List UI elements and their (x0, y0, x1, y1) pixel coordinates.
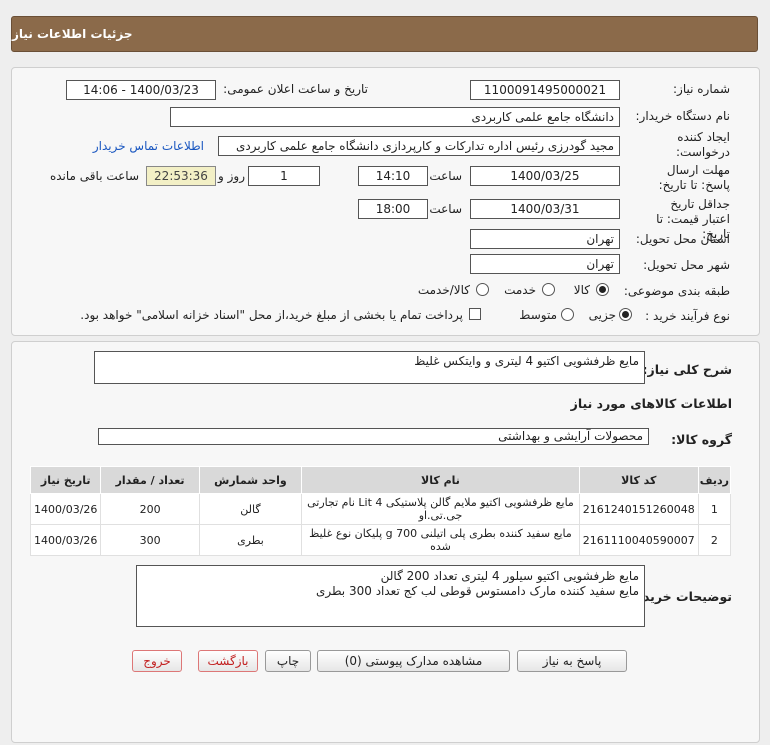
category-option-goods-service: کالا/خدمت (417, 283, 470, 297)
category-radio-goods-service[interactable] (476, 283, 489, 296)
exit-button[interactable]: خروج (132, 650, 182, 672)
back-button[interactable]: بازگشت (198, 650, 258, 672)
table-header-row: ردیف کد کالا نام کالا واحد شمارش تعداد /… (29, 466, 732, 494)
page-header: جزئیات اطلاعات نیاز (11, 16, 758, 52)
creator-field: مجید گودرزی رئیس اداره تدارکات و کارپردا… (218, 136, 620, 156)
page-title: جزئیات اطلاعات نیاز (12, 27, 133, 41)
col-date: تاریخ نیاز (29, 466, 102, 494)
cell-code: 2161110040590007 (578, 524, 699, 556)
cell-date: 1400/03/26 (29, 524, 102, 556)
purchase-radio-minor[interactable] (619, 308, 632, 321)
deadline-time-field: 14:10 (358, 166, 428, 186)
category-radio-goods[interactable] (596, 283, 609, 296)
cell-name: مایع ظرفشویی اکتیو ملایم گالن پلاستیکی 4… (301, 493, 580, 525)
category-label: طبقه بندی موضوعی: (623, 284, 730, 298)
cell-unit: گالن (198, 493, 303, 525)
category-option-service: خدمت (504, 283, 536, 297)
cell-date: 1400/03/26 (29, 493, 102, 525)
validity-time-label: ساعت (429, 202, 462, 216)
cell-name: مایع سفید کننده بطری پلی اتیلنی 700 g پل… (301, 524, 580, 556)
col-name: نام کالا (301, 466, 580, 494)
summary-field: مایع ظرفشویی اکتیو 4 لیتری و وایتکس غلیظ (94, 351, 645, 384)
treasury-checkbox[interactable] (469, 308, 481, 320)
remaining-time-field: 22:53:36 (146, 166, 216, 186)
col-code: کد کالا (578, 466, 699, 494)
purchase-radio-medium[interactable] (561, 308, 574, 321)
summary-label: شرح کلی نیاز: (642, 362, 732, 377)
announce-field: 1400/03/23 - 14:06 (66, 80, 216, 100)
deadline-time-label: ساعت (429, 169, 462, 183)
need-number-field: 1100091495000021 (470, 80, 620, 100)
days-field: 1 (248, 166, 320, 186)
attachments-button[interactable]: مشاهده مدارک پیوستی (0) (317, 650, 510, 672)
buyer-label: نام دستگاه خریدار: (635, 109, 731, 123)
cell-qty: 200 (100, 493, 200, 525)
category-option-goods: کالا (573, 283, 590, 297)
purchase-option-minor: جزیی (588, 308, 616, 322)
creator-label: ایجاد کننده درخواست: (676, 130, 730, 159)
category-radio-service[interactable] (542, 283, 555, 296)
province-field: تهران (470, 229, 620, 249)
cell-qty: 300 (100, 524, 200, 556)
validity-date-field: 1400/03/31 (470, 199, 620, 219)
validity-time-field: 18:00 (358, 199, 428, 219)
print-button[interactable]: چاپ (265, 650, 311, 672)
city-field: تهران (470, 254, 620, 274)
deadline-date-field: 1400/03/25 (470, 166, 620, 186)
announce-label: تاریخ و ساعت اعلان عمومی: (223, 82, 368, 96)
notes-line-2: مایع سفید کننده مارک دامستوس قوطی لب کج … (315, 584, 639, 598)
table-row: 1 2161240151260048 مایع ظرفشویی اکتیو مل… (29, 493, 732, 525)
cell-row: 2 (697, 524, 732, 556)
cell-row: 1 (697, 493, 732, 525)
notes-field: مایع ظرفشویی اکتیو سیلور 4 لیتری تعداد 2… (136, 565, 645, 627)
city-label: شهر محل تحویل: (643, 258, 730, 272)
goods-info-title: اطلاعات کالاهای مورد نیاز (570, 396, 732, 411)
notes-line-1: مایع ظرفشویی اکتیو سیلور 4 لیتری تعداد 2… (380, 569, 639, 583)
buyer-contact-link[interactable]: اطلاعات تماس خریدار (93, 139, 204, 153)
remaining-label: ساعت باقی مانده (49, 169, 139, 183)
table-row: 2 2161110040590007 مایع سفید کننده بطری … (29, 524, 732, 556)
days-label: روز و (218, 169, 245, 183)
reply-button[interactable]: پاسخ به نیاز (517, 650, 627, 672)
goods-table: ردیف کد کالا نام کالا واحد شمارش تعداد /… (29, 466, 732, 556)
col-unit: واحد شمارش (198, 466, 303, 494)
buyer-field: دانشگاه جامع علمی کاربردی (170, 107, 620, 127)
province-label: استان محل تحویل: (635, 232, 730, 246)
purchase-option-medium: متوسط (519, 308, 557, 322)
group-label: گروه کالا: (671, 432, 732, 447)
need-number-label: شماره نیاز: (673, 82, 730, 96)
cell-code: 2161240151260048 (578, 493, 699, 525)
deadline-label: مهلت ارسال پاسخ: تا تاریخ: (658, 163, 730, 192)
col-qty: تعداد / مقدار (100, 466, 200, 494)
purchase-label: نوع فرآیند خرید : (645, 309, 730, 323)
col-row: ردیف (697, 466, 732, 494)
treasury-note: پرداخت تمام یا بخشی از مبلغ خرید،از محل … (80, 308, 463, 322)
group-field: محصولات آرایشی و بهداشتی (98, 428, 649, 445)
cell-unit: بطری (198, 524, 303, 556)
